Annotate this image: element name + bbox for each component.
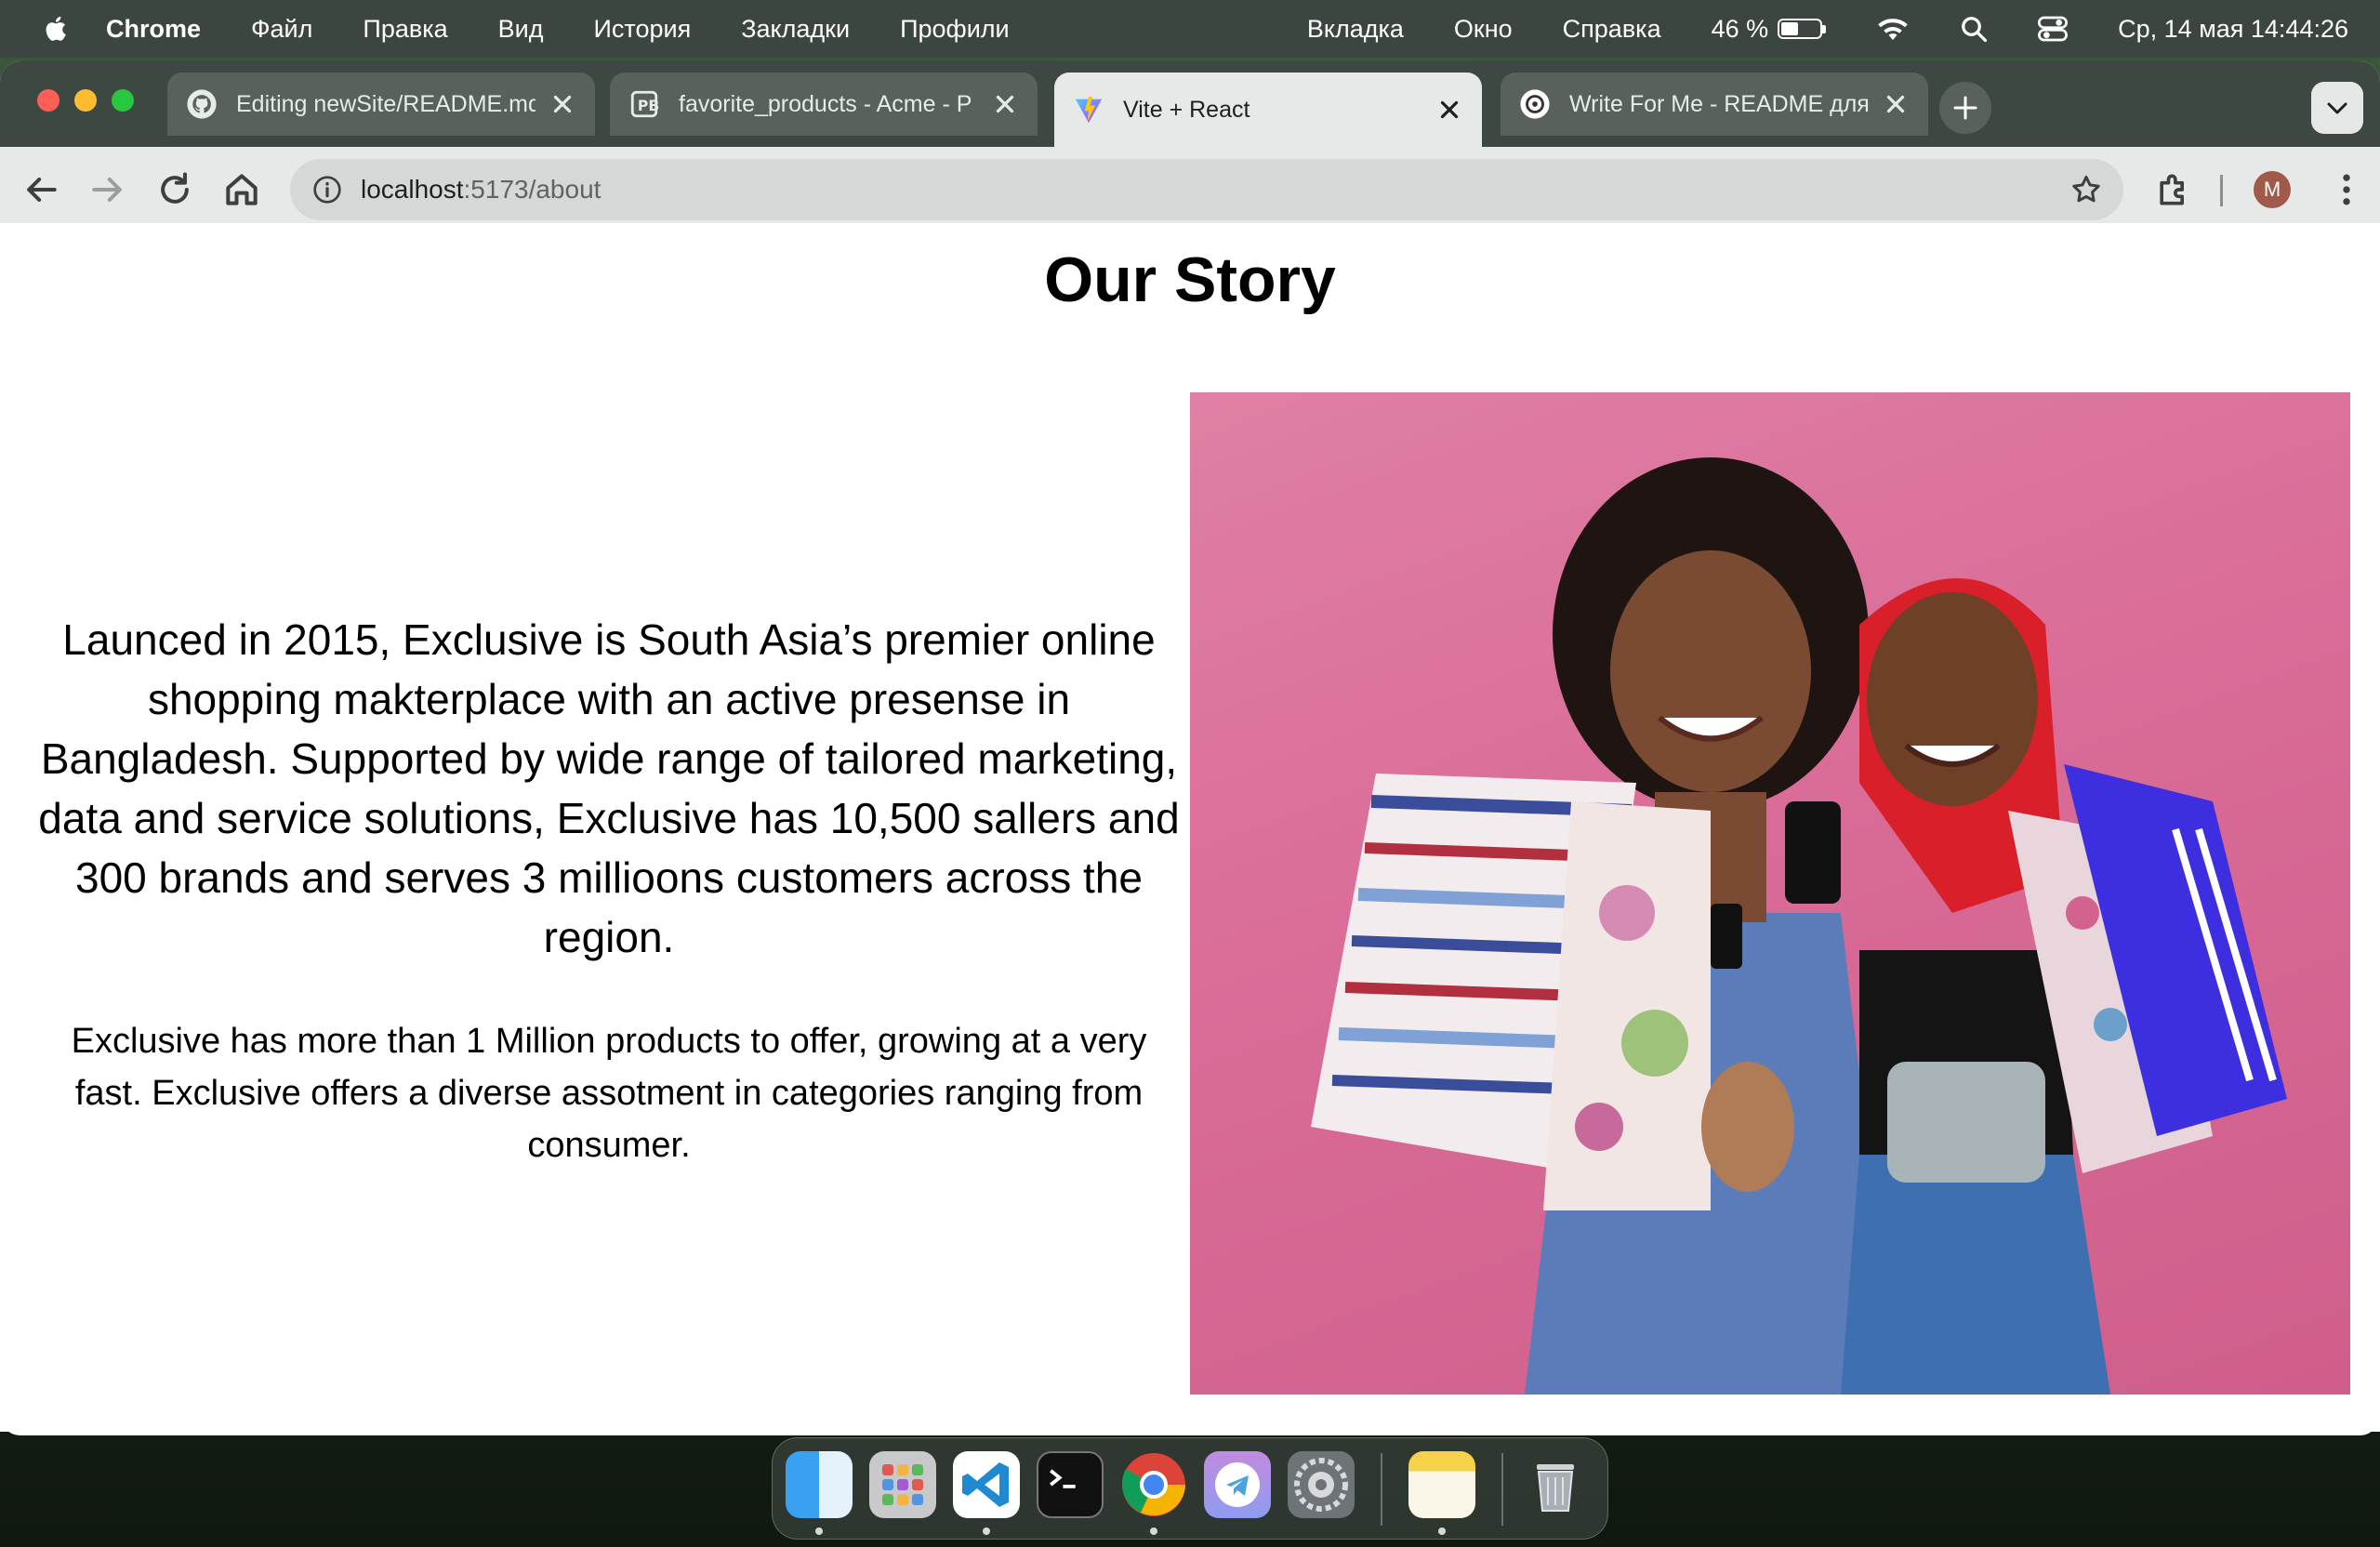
finder-icon[interactable] — [786, 1451, 853, 1518]
close-tab-icon[interactable] — [991, 90, 1019, 118]
vite-icon — [1075, 96, 1103, 124]
battery-percent: 46 % — [1711, 14, 1769, 43]
tab-write-for-me[interactable]: Write For Me - README для г — [1501, 73, 1928, 136]
menu-profiles[interactable]: Профили — [900, 15, 1010, 44]
forward-button[interactable] — [87, 169, 128, 210]
launchpad-icon[interactable] — [869, 1451, 936, 1518]
chrome-icon[interactable] — [1120, 1451, 1187, 1518]
story-body-paragraph: Exclusive has more than 1 Million produc… — [71, 1022, 1147, 1165]
browser-toolbar: localhost:5173/about M — [0, 147, 2380, 232]
dock-running-indicator — [983, 1527, 990, 1535]
menubar-right: Вкладка Окно Справка 46 % Ср, 14 мая 14:… — [1257, 0, 2348, 58]
hero-shopping-image — [1190, 392, 2350, 1395]
tab-editing-readme[interactable]: Editing newSite/README.md — [167, 73, 595, 136]
dock-separator — [1501, 1453, 1503, 1526]
site-info-icon[interactable] — [312, 175, 342, 205]
menu-edit[interactable]: Правка — [363, 15, 447, 44]
svg-text:PB: PB — [638, 98, 659, 114]
battery-tip — [1822, 24, 1827, 33]
menu-view[interactable]: Вид — [498, 15, 544, 44]
battery-status[interactable]: 46 % — [1712, 15, 1827, 44]
dock-running-indicator — [815, 1527, 823, 1535]
menu-file[interactable]: Файл — [251, 15, 312, 44]
close-tab-icon[interactable] — [1882, 90, 1910, 118]
bookmark-star-icon[interactable] — [2069, 173, 2103, 206]
notes-icon[interactable] — [1408, 1451, 1475, 1518]
story-text-block: Launced in 2015, Exclusive is South Asia… — [37, 610, 1181, 1171]
github-icon — [187, 89, 217, 119]
close-tab-icon[interactable] — [549, 90, 576, 118]
dock-running-indicator — [1150, 1527, 1157, 1535]
pocketbase-icon: PB — [630, 90, 659, 118]
reload-button[interactable] — [154, 169, 195, 210]
battery-fill — [1781, 22, 1799, 35]
tab-title: favorite_products - Acme - P — [679, 90, 972, 117]
tab-vite-react[interactable]: Vite + React — [1054, 73, 1482, 147]
battery-icon — [1778, 19, 1823, 39]
close-tab-icon[interactable] — [1435, 96, 1463, 124]
vscode-icon[interactable] — [953, 1451, 1020, 1518]
control-center-icon[interactable] — [2038, 15, 2069, 43]
tab-title: Vite + React — [1123, 96, 1250, 123]
url-host: localhost — [361, 175, 464, 204]
extensions-puzzle-icon[interactable] — [2153, 169, 2194, 210]
dock-running-indicator — [1438, 1527, 1446, 1535]
toolbar-divider — [2220, 175, 2223, 206]
minimize-window-button[interactable] — [74, 89, 97, 112]
menu-tab[interactable]: Вкладка — [1307, 15, 1404, 44]
profile-avatar[interactable]: M — [2254, 171, 2291, 208]
tab-favorite-products[interactable]: PB favorite_products - Acme - P — [610, 73, 1038, 136]
window-controls — [37, 89, 149, 112]
dock-separator — [1381, 1453, 1382, 1526]
home-button[interactable] — [221, 169, 262, 210]
tab-search-button[interactable] — [2311, 82, 2363, 134]
wifi-icon[interactable] — [1876, 15, 1910, 43]
tab-title: Editing newSite/README.md — [236, 90, 536, 117]
page-content: Our Story Launced in 2015, Exclusive is … — [0, 223, 2380, 1432]
close-window-button[interactable] — [37, 89, 60, 112]
macos-dock — [772, 1437, 1608, 1540]
menu-app-name[interactable]: Chrome — [106, 15, 201, 44]
apple-logo-icon[interactable] — [41, 13, 73, 45]
menubar-clock[interactable]: Ср, 14 мая 14:44:26 — [2118, 15, 2348, 44]
tab-title: Write For Me - README для г — [1569, 90, 1869, 117]
menu-window[interactable]: Окно — [1454, 15, 1513, 44]
trash-icon[interactable] — [1522, 1451, 1589, 1518]
telegram-icon[interactable] — [1204, 1451, 1271, 1518]
menu-history[interactable]: История — [593, 15, 691, 44]
menu-bookmarks[interactable]: Закладки — [741, 15, 850, 44]
chatgpt-icon — [1520, 89, 1550, 119]
tab-strip: Editing newSite/README.md PB favorite_pr… — [0, 61, 2380, 147]
macos-menubar: Chrome Файл Правка Вид История Закладки … — [0, 0, 2380, 58]
story-lead-paragraph: Launced in 2015, Exclusive is South Asia… — [38, 615, 1180, 961]
address-bar[interactable]: localhost:5173/about — [290, 159, 2123, 220]
menu-help[interactable]: Справка — [1563, 15, 1661, 44]
terminal-icon[interactable] — [1037, 1451, 1104, 1518]
shopping-women-illustration — [1311, 457, 2287, 1395]
chrome-menu-icon[interactable] — [2326, 169, 2367, 210]
url-path: :5173/about — [463, 175, 602, 204]
page-title: Our Story — [1044, 245, 1336, 315]
spotlight-search-icon[interactable] — [1960, 15, 1988, 43]
back-button[interactable] — [20, 169, 61, 210]
maximize-window-button[interactable] — [112, 89, 134, 112]
system-settings-icon[interactable] — [1288, 1451, 1355, 1518]
new-tab-button[interactable] — [1939, 82, 1991, 134]
